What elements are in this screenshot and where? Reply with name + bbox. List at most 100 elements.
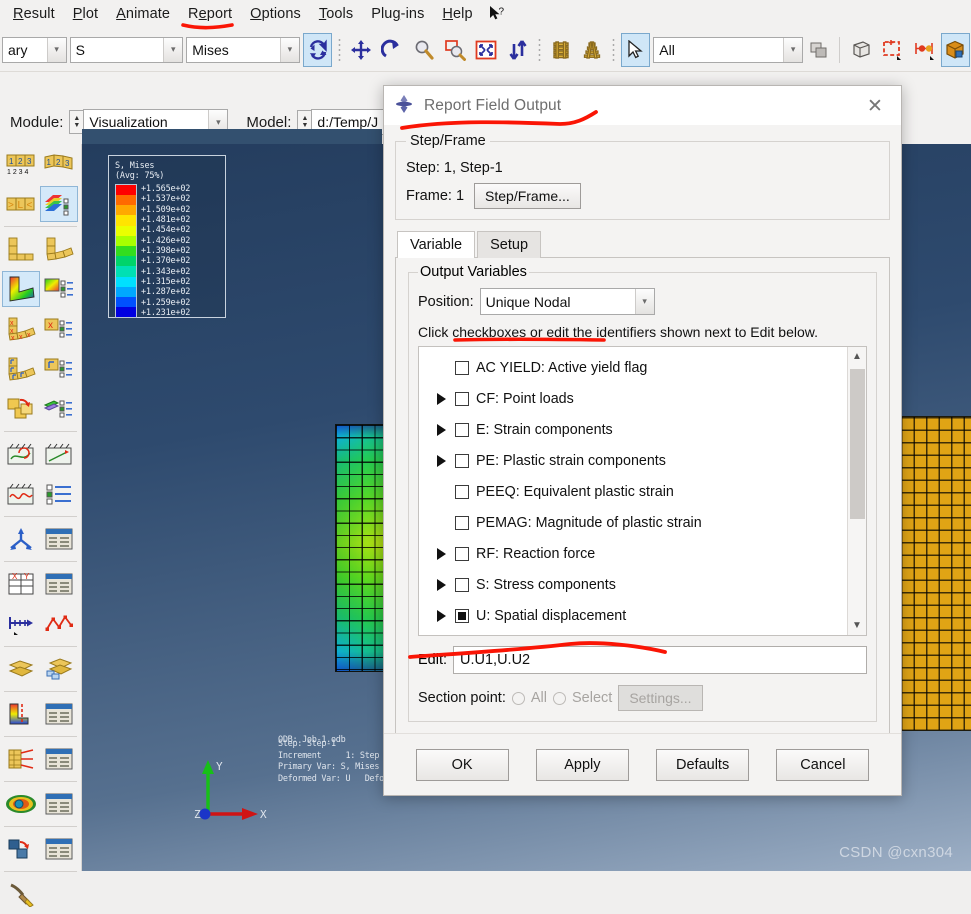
- deformed-shape-icon[interactable]: [40, 231, 78, 267]
- close-icon[interactable]: ✕: [855, 91, 895, 121]
- parallel-icon[interactable]: [578, 33, 607, 67]
- ply-stack-options-icon[interactable]: [40, 831, 78, 867]
- list-vertical-scrollbar[interactable]: ▲ ▼: [847, 347, 866, 635]
- edit-input[interactable]: U.U1,U.U2: [453, 646, 867, 674]
- contour-plot-icon[interactable]: [2, 271, 40, 307]
- toolbar-grip[interactable]: [611, 36, 616, 63]
- checkbox[interactable]: [455, 577, 469, 592]
- menu-item-report[interactable]: Report: [179, 3, 241, 25]
- node-select-icon[interactable]: [909, 33, 938, 67]
- checkbox[interactable]: [455, 360, 469, 375]
- path-icon[interactable]: > L <: [2, 186, 40, 222]
- probe-options-icon[interactable]: [40, 521, 78, 557]
- tab-variable[interactable]: Variable: [397, 231, 476, 258]
- replace-selection-icon[interactable]: [804, 33, 833, 67]
- selection-scope-combo[interactable]: All ▾: [653, 36, 804, 63]
- scroll-up-icon[interactable]: ▲: [852, 347, 862, 366]
- scroll-thumb[interactable]: [850, 369, 865, 519]
- primary-variable-type-combo[interactable]: ary ▾: [2, 36, 67, 63]
- streamline-options-icon[interactable]: [40, 786, 78, 822]
- zoom-icon[interactable]: [409, 33, 438, 67]
- menu-item-tools[interactable]: Tools: [310, 3, 362, 25]
- xy-data-icon[interactable]: X Y: [2, 566, 40, 602]
- checkbox[interactable]: [455, 608, 469, 623]
- rotate-icon[interactable]: [378, 33, 407, 67]
- animate-harmonic-icon[interactable]: [2, 476, 40, 512]
- undeformed-shape-icon[interactable]: [2, 231, 40, 267]
- display-group-icon[interactable]: [846, 33, 875, 67]
- expand-triangle-icon[interactable]: [436, 392, 446, 405]
- defaults-button[interactable]: Defaults: [656, 748, 750, 781]
- free-body-cut-icon[interactable]: [2, 651, 40, 687]
- checkbox[interactable]: [455, 453, 469, 468]
- cycle-views-icon[interactable]: [503, 33, 532, 67]
- menu-item-plugins[interactable]: Plug-ins: [362, 3, 433, 25]
- contour-limits-icon[interactable]: [2, 696, 40, 732]
- menu-item-result[interactable]: RResultesult: [4, 3, 64, 25]
- checkbox[interactable]: [455, 546, 469, 561]
- list-item[interactable]: PEMAG: Magnitude of plastic strain: [419, 507, 847, 538]
- display-group-manager-icon[interactable]: [940, 32, 970, 67]
- expand-triangle-icon[interactable]: [436, 423, 446, 436]
- animate-scale-factor-icon[interactable]: [40, 436, 78, 472]
- apply-button[interactable]: Apply: [535, 748, 629, 781]
- streamline-plot-icon[interactable]: [2, 786, 40, 822]
- output-variables-list[interactable]: AC YIELD: Active yield flag CF: Point loa…: [418, 346, 867, 636]
- chevron-down-icon[interactable]: ▾: [634, 289, 654, 314]
- field-variable-combo[interactable]: S ▾: [69, 36, 184, 63]
- expand-triangle-icon[interactable]: [427, 609, 455, 622]
- contour-limits-options-icon[interactable]: [40, 696, 78, 732]
- ok-button[interactable]: OK: [415, 748, 509, 781]
- checkbox[interactable]: [455, 422, 469, 437]
- list-item[interactable]: CF: Point loads: [419, 383, 847, 414]
- tab-setup[interactable]: Setup: [477, 231, 542, 258]
- section-point-all-radio[interactable]: [511, 691, 525, 705]
- element-number-plot-icon[interactable]: 1 2 3: [40, 146, 78, 182]
- dialog-title-bar[interactable]: Report Field Output ✕: [384, 86, 901, 125]
- expand-triangle-icon[interactable]: [427, 423, 455, 436]
- toolbar-grip[interactable]: [337, 36, 342, 63]
- checkbox[interactable]: [455, 484, 469, 499]
- allow-multiple-plot-states-icon[interactable]: [2, 391, 40, 427]
- section-point-select-radio[interactable]: [553, 691, 566, 705]
- list-item[interactable]: RF: Reaction force: [419, 538, 847, 569]
- expand-triangle-icon[interactable]: [427, 392, 455, 405]
- fit-view-icon[interactable]: [472, 33, 501, 67]
- expand-triangle-icon[interactable]: [436, 547, 446, 560]
- path-create-icon[interactable]: [2, 606, 40, 642]
- pan-icon[interactable]: [346, 33, 375, 67]
- checkbox[interactable]: [455, 391, 469, 406]
- expand-triangle-icon[interactable]: [436, 578, 446, 591]
- list-item[interactable]: E: Strain components: [419, 414, 847, 445]
- xy-plot-options-icon[interactable]: [40, 566, 78, 602]
- symbol-options-icon[interactable]: x: [40, 311, 78, 347]
- expand-triangle-icon[interactable]: [427, 547, 455, 560]
- xy-curve-icon[interactable]: [40, 606, 78, 642]
- section-point-settings-button[interactable]: Settings...: [618, 685, 703, 711]
- material-orientation-options-icon[interactable]: [40, 351, 78, 387]
- probe-values-icon[interactable]: [2, 521, 40, 557]
- expand-triangle-icon[interactable]: [436, 454, 446, 467]
- menu-item-plot[interactable]: Plot: [64, 3, 107, 25]
- list-item[interactable]: S: Stress components: [419, 569, 847, 600]
- chevron-down-icon[interactable]: ▾: [279, 37, 299, 62]
- perspective-icon[interactable]: [546, 33, 575, 67]
- free-body-manager-icon[interactable]: [40, 651, 78, 687]
- checkbox[interactable]: [455, 515, 469, 530]
- menu-item-options[interactable]: Options: [241, 3, 310, 25]
- arrow-question-icon[interactable]: ?: [488, 5, 506, 23]
- node-number-plot-icon[interactable]: 1 2 3 1 2 3 4: [2, 146, 40, 182]
- stress-linearization-options-icon[interactable]: [40, 741, 78, 777]
- symbol-plot-icon[interactable]: xxxxx: [2, 311, 40, 347]
- step-frame-button[interactable]: Step/Frame...: [474, 183, 581, 209]
- expand-triangle-icon[interactable]: [427, 454, 455, 467]
- menu-item-help[interactable]: Help: [433, 3, 481, 25]
- box-zoom-icon[interactable]: [440, 33, 469, 67]
- chevron-down-icon[interactable]: ▾: [163, 37, 183, 62]
- chevron-down-icon[interactable]: ▾: [783, 37, 803, 62]
- contour-options-panel-icon[interactable]: [40, 271, 78, 307]
- list-item[interactable]: U: Spatial displacement: [419, 600, 847, 631]
- toolbar-grip[interactable]: [537, 36, 542, 63]
- animate-time-history-icon[interactable]: [2, 436, 40, 472]
- stress-linearization-icon[interactable]: [2, 741, 40, 777]
